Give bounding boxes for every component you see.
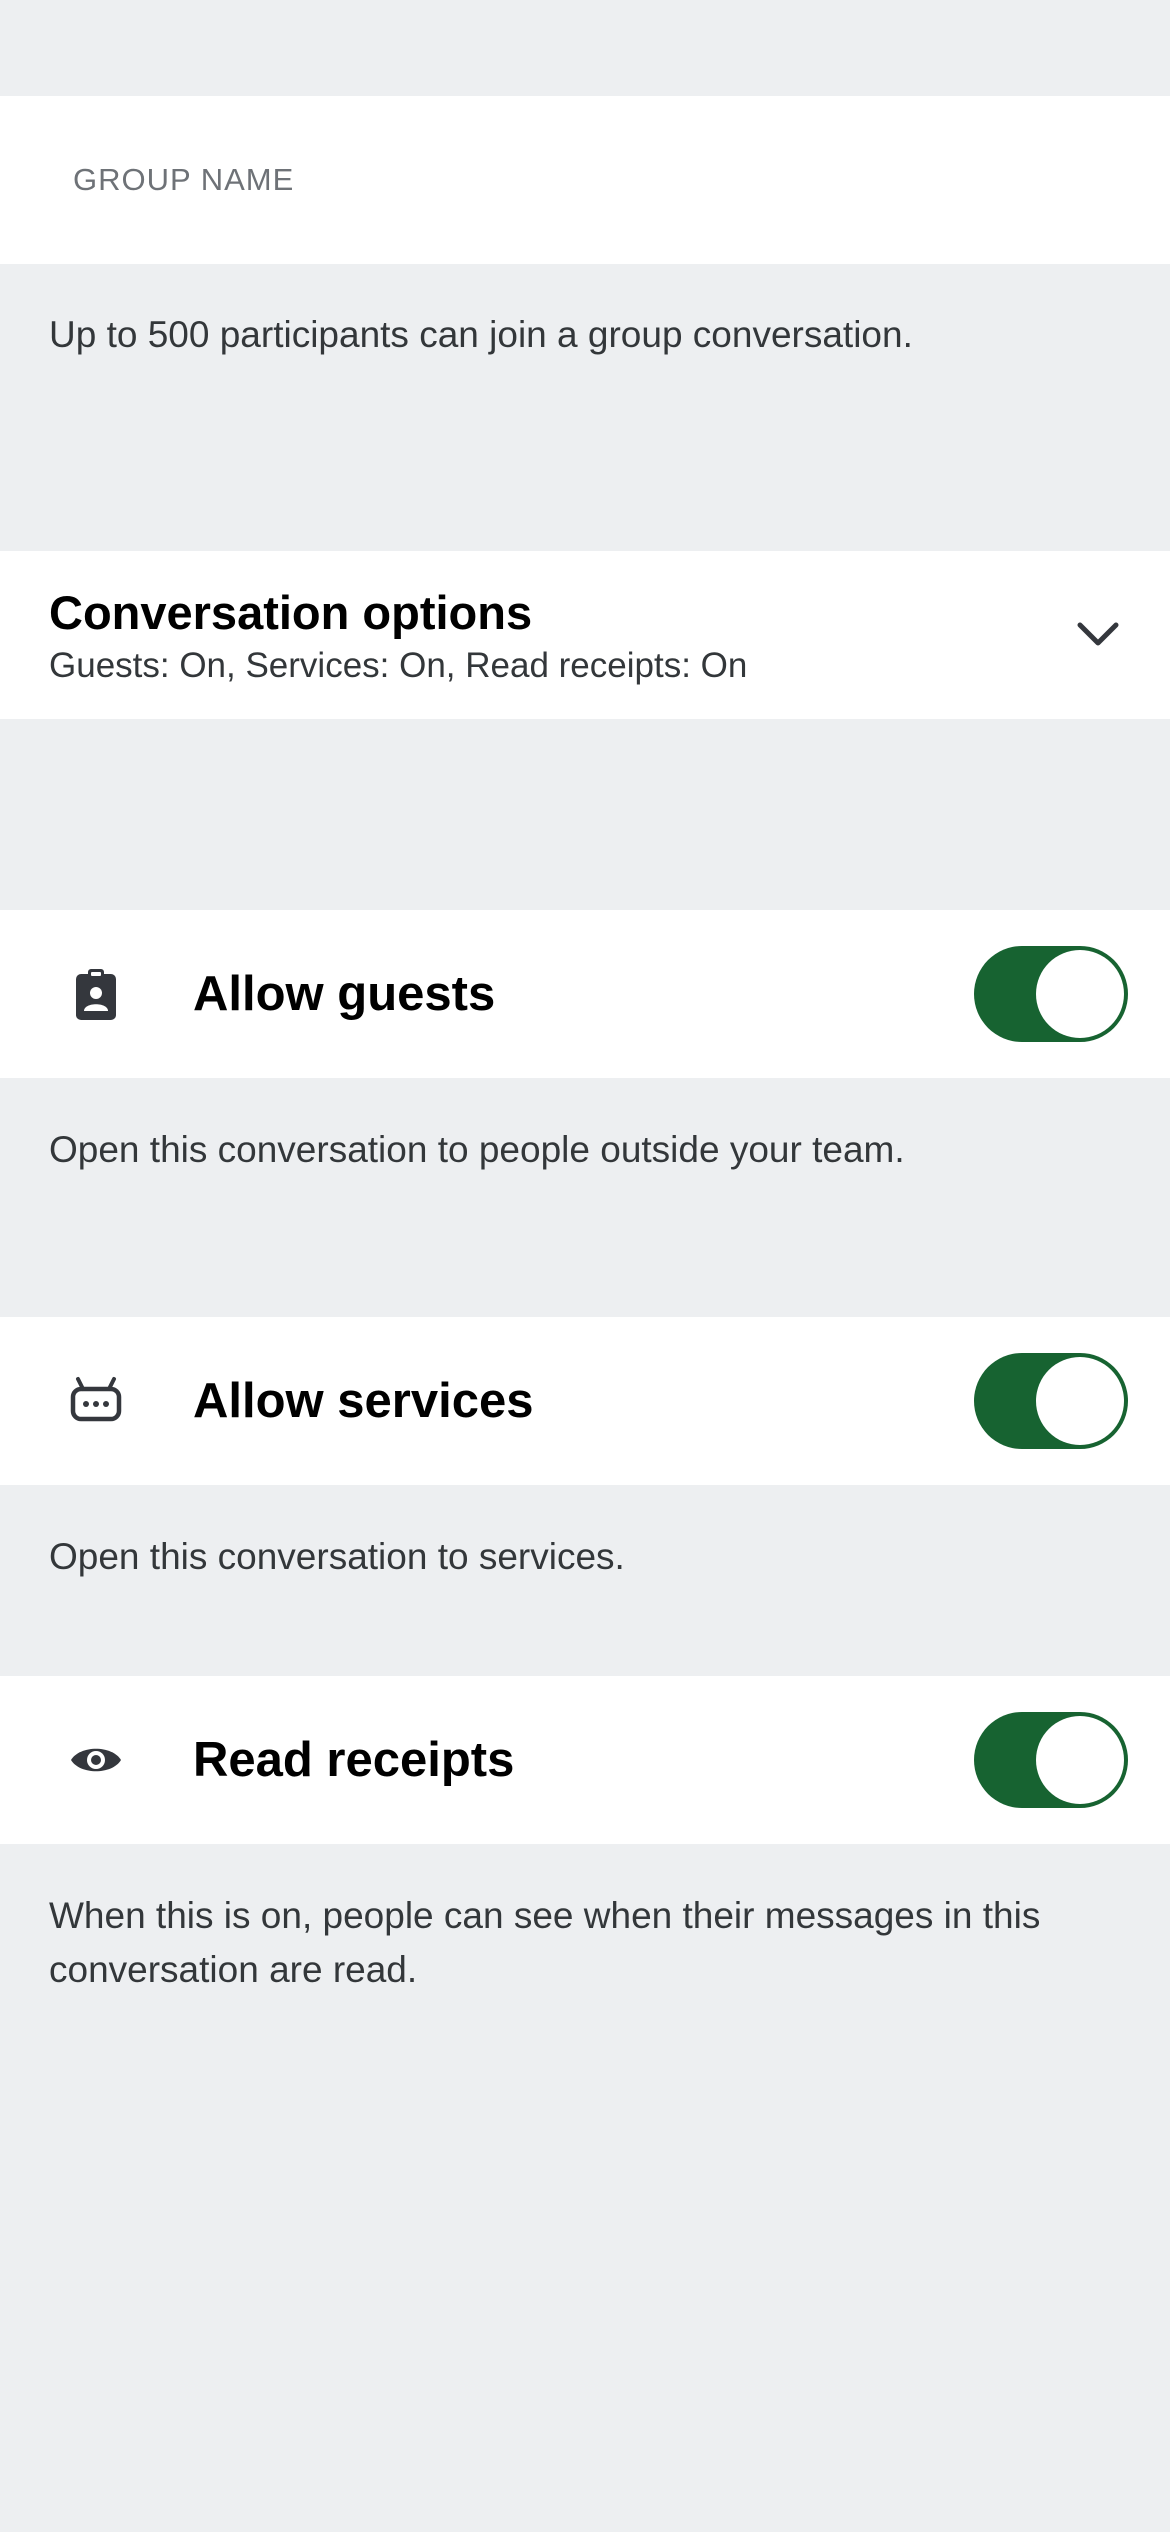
chevron-down-icon[interactable] [1070, 606, 1126, 662]
toggle-knob [1036, 950, 1124, 1038]
allow-services-label: Allow services [193, 1374, 534, 1428]
eye-icon [71, 1748, 121, 1772]
allow-guests-row: Allow guests [0, 910, 1170, 1078]
read-receipts-row: Read receipts [0, 1676, 1170, 1844]
allow-guests-label: Allow guests [193, 967, 496, 1021]
read-receipts-label: Read receipts [193, 1733, 515, 1787]
read-receipts-toggle[interactable] [974, 1712, 1128, 1808]
toggle-knob [1036, 1716, 1124, 1804]
allow-services-description: Open this conversation to services. [49, 1536, 625, 1577]
allow-guests-description: Open this conversation to people outside… [49, 1129, 905, 1170]
group-name-input[interactable] [73, 96, 1073, 264]
conversation-options-title: Conversation options [49, 586, 533, 639]
guest-badge-icon [76, 969, 116, 1020]
service-bot-icon [70, 1377, 122, 1422]
allow-services-toggle[interactable] [974, 1353, 1128, 1449]
participants-note: Up to 500 participants can join a group … [49, 314, 913, 355]
allow-services-row: Allow services [0, 1317, 1170, 1485]
read-receipts-description: When this is on, people can see when the… [49, 1895, 1041, 1990]
conversation-options-header[interactable]: Conversation options Guests: On, Service… [0, 551, 1170, 719]
allow-guests-toggle[interactable] [974, 946, 1128, 1042]
conversation-options-summary: Guests: On, Services: On, Read receipts:… [49, 646, 748, 685]
group-name-row [0, 96, 1170, 264]
toggle-knob [1036, 1357, 1124, 1445]
